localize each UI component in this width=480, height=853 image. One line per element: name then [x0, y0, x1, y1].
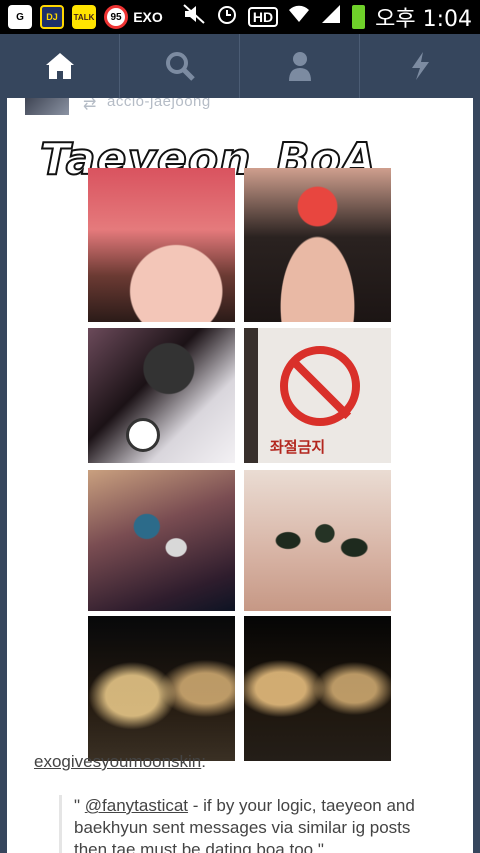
photo-tile-taeyeon-nails — [88, 470, 235, 611]
status-indicators: HD 오후 1:04 — [182, 1, 472, 33]
wifi-icon — [288, 4, 310, 30]
dj-app-icon: DJ — [40, 5, 64, 29]
photo-tile-taeyeon-selfie — [88, 168, 235, 322]
lightning-icon — [412, 52, 429, 80]
kakaotalk-icon: TALK — [72, 5, 96, 29]
hd-voice-icon: HD — [247, 7, 279, 27]
search-icon — [165, 52, 195, 81]
nav-home[interactable] — [0, 34, 120, 98]
post-photo[interactable]: Taeyeon BoA 좌절금지 — [12, 128, 468, 761]
post-card: ⇄ accio-jaejoong Taeyeon BoA 좌절금지 exogiv… — [7, 93, 473, 853]
post-avatar[interactable] — [25, 95, 69, 115]
caption-quote: " @fanytasticat - if by your logic, taey… — [59, 795, 439, 853]
mute-icon — [182, 3, 206, 31]
photo-tile-boa-lights — [244, 616, 391, 761]
photo-tile-boa-nails — [244, 470, 391, 611]
caption-author[interactable]: exogivesyoumoonskin: — [34, 752, 206, 772]
mention-link[interactable]: @fanytasticat — [85, 796, 188, 815]
signal-icon — [320, 4, 342, 30]
photo-tile-taeyeon-lights — [88, 616, 235, 761]
photo-tile-boa-sign: 좌절금지 — [244, 328, 391, 463]
post-header: ⇄ accio-jaejoong — [25, 93, 445, 119]
home-icon — [45, 53, 74, 79]
no-entry-sign-icon — [280, 346, 360, 426]
badge-95-icon: 95 — [104, 5, 128, 29]
status-bar: G DJ TALK 95 EXO HD 오후 1:04 — [0, 0, 480, 34]
nav-search[interactable] — [120, 34, 240, 98]
person-icon — [288, 52, 311, 81]
nav-account[interactable] — [240, 34, 360, 98]
exo-icon: EXO — [133, 9, 163, 25]
g-app-icon: G — [8, 5, 32, 29]
alarm-icon — [216, 3, 238, 31]
clock: 오후 1:04 — [375, 7, 472, 32]
photo-tile-taeyeon-mic — [88, 328, 235, 463]
top-nav-bar — [0, 34, 480, 98]
quote-mark: " — [74, 796, 81, 815]
sign-text: 좌절금지 — [270, 438, 326, 456]
photo-tile-boa-selfie — [244, 168, 391, 322]
battery-icon — [352, 5, 366, 29]
notification-icons: G DJ TALK 95 EXO — [8, 5, 163, 29]
nav-activity[interactable] — [360, 34, 480, 98]
small-sign — [126, 418, 160, 452]
